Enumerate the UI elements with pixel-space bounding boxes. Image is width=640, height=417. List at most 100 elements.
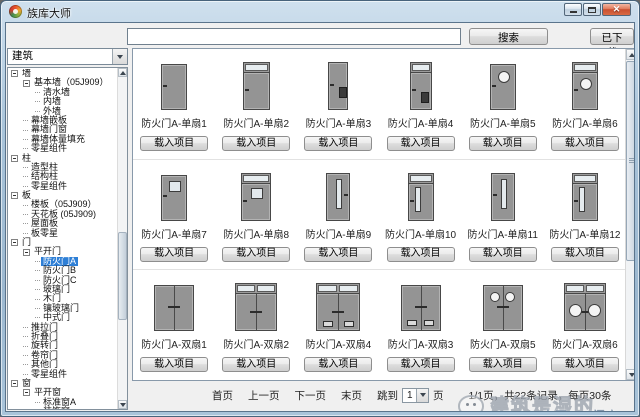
maximize-button[interactable] bbox=[583, 3, 601, 16]
tree-item[interactable]: 推拉门 bbox=[8, 322, 118, 332]
door-transom bbox=[571, 62, 598, 72]
chevron-down-icon[interactable] bbox=[416, 388, 428, 402]
load-into-project-button[interactable]: 载入项目 bbox=[222, 136, 291, 151]
tree-expand-toggle[interactable] bbox=[23, 389, 30, 397]
family-thumbnail[interactable] bbox=[242, 54, 270, 110]
tree-connector bbox=[23, 326, 28, 328]
load-into-project-button[interactable]: 载入项目 bbox=[222, 357, 291, 372]
scroll-down-icon[interactable] bbox=[626, 369, 634, 380]
family-thumbnail[interactable] bbox=[409, 54, 432, 110]
load-into-project-button[interactable]: 载入项目 bbox=[550, 246, 619, 262]
load-into-project-button[interactable]: 载入项目 bbox=[140, 136, 209, 151]
load-into-project-button[interactable]: 载入项目 bbox=[222, 246, 291, 262]
single-door-graphic bbox=[571, 182, 598, 221]
family-name: 防火门A-单扇11 bbox=[467, 229, 538, 241]
family-thumbnail[interactable] bbox=[161, 54, 188, 110]
tree-item[interactable]: 玻璃门 bbox=[8, 284, 118, 294]
app-logo-icon bbox=[9, 5, 22, 18]
scroll-down-icon[interactable] bbox=[118, 400, 127, 409]
search-button[interactable]: 搜索 bbox=[469, 28, 548, 45]
page-number-select[interactable]: 1 bbox=[402, 387, 429, 403]
tree-expand-toggle[interactable] bbox=[11, 239, 18, 247]
scroll-up-icon[interactable] bbox=[626, 49, 634, 60]
tree-item[interactable]: 折叠门 bbox=[8, 331, 118, 341]
tree-expand-toggle[interactable] bbox=[11, 70, 18, 78]
load-into-project-button[interactable]: 载入项目 bbox=[550, 136, 619, 151]
load-into-project-button[interactable]: 载入项目 bbox=[468, 357, 537, 372]
load-into-project-button[interactable]: 载入项目 bbox=[304, 246, 373, 262]
single-door-graphic bbox=[490, 172, 515, 221]
tree-item-label: 板零星 bbox=[31, 227, 59, 238]
first-page-link[interactable]: 首页 bbox=[212, 388, 233, 403]
tree-item[interactable]: 旋转门 bbox=[8, 340, 118, 350]
door-transom bbox=[316, 283, 361, 293]
tree-item[interactable]: 窗 bbox=[8, 378, 118, 388]
load-into-project-button[interactable]: 载入项目 bbox=[468, 136, 537, 151]
tree-item[interactable]: 造型柱 bbox=[8, 162, 118, 172]
title-bar[interactable]: 族库大师 ✕ bbox=[1, 1, 639, 22]
tree-connector bbox=[23, 204, 28, 206]
tree-item[interactable]: 柱 bbox=[8, 153, 118, 163]
family-thumbnail[interactable] bbox=[489, 54, 516, 110]
tree-expand-toggle[interactable] bbox=[23, 248, 30, 256]
tree-expand-toggle[interactable] bbox=[11, 192, 18, 200]
family-thumbnail[interactable] bbox=[407, 165, 434, 221]
load-into-project-button[interactable]: 载入项目 bbox=[386, 357, 455, 372]
search-input[interactable] bbox=[127, 28, 461, 45]
tree-item[interactable]: 内墙 bbox=[8, 96, 118, 106]
next-page-link[interactable]: 下一页 bbox=[295, 388, 327, 403]
results-scrollbar-thumb[interactable] bbox=[626, 61, 634, 261]
tree-expand-toggle[interactable] bbox=[23, 79, 30, 87]
results-scrollbar[interactable] bbox=[625, 49, 634, 380]
category-dropdown[interactable]: 建筑 bbox=[7, 48, 128, 65]
downloaded-button[interactable]: 已下载 bbox=[590, 28, 634, 59]
tree-item[interactable]: 装饰窗 bbox=[8, 406, 118, 409]
tree-connector bbox=[35, 110, 40, 112]
chevron-down-icon[interactable] bbox=[112, 49, 127, 64]
tree-connector bbox=[23, 148, 28, 150]
last-page-link[interactable]: 末页 bbox=[341, 388, 362, 403]
tree-scrollbar[interactable] bbox=[117, 68, 127, 409]
tree-scrollbar-thumb[interactable] bbox=[118, 231, 127, 321]
family-thumbnail[interactable] bbox=[161, 165, 188, 221]
load-into-project-button[interactable]: 载入项目 bbox=[386, 136, 455, 151]
family-thumbnail[interactable] bbox=[563, 275, 606, 331]
tree-item[interactable]: 中式门 bbox=[8, 312, 118, 322]
prev-page-link[interactable]: 上一页 bbox=[248, 388, 280, 403]
family-thumbnail[interactable] bbox=[316, 275, 361, 331]
load-into-project-button[interactable]: 载入项目 bbox=[386, 246, 455, 262]
family-thumbnail[interactable] bbox=[571, 165, 598, 221]
tree-connector bbox=[23, 176, 28, 178]
family-thumbnail[interactable] bbox=[326, 165, 351, 221]
close-button[interactable]: ✕ bbox=[602, 3, 631, 16]
load-into-project-button[interactable]: 载入项目 bbox=[140, 246, 209, 262]
scroll-up-icon[interactable] bbox=[118, 68, 127, 77]
single-door-graphic bbox=[326, 172, 351, 221]
tree-item[interactable]: 屋面板 bbox=[8, 218, 118, 228]
family-thumbnail[interactable] bbox=[490, 165, 515, 221]
door-transom bbox=[407, 172, 434, 183]
load-into-project-button[interactable]: 载入项目 bbox=[550, 357, 619, 372]
tree-expand-toggle[interactable] bbox=[11, 380, 18, 388]
family-thumbnail[interactable] bbox=[400, 275, 441, 331]
family-thumbnail[interactable] bbox=[235, 275, 278, 331]
load-into-project-button[interactable]: 载入项目 bbox=[304, 357, 373, 372]
record-count-status: 1/1页，共22条记录，每页30条 bbox=[468, 389, 612, 402]
family-thumbnail[interactable] bbox=[154, 275, 195, 331]
load-into-project-button[interactable]: 载入项目 bbox=[140, 357, 209, 372]
tree-expand-toggle[interactable] bbox=[11, 154, 18, 162]
single-door-graphic bbox=[328, 62, 349, 110]
load-into-project-button[interactable]: 载入项目 bbox=[468, 246, 537, 262]
family-thumbnail[interactable] bbox=[328, 54, 349, 110]
tree-item[interactable]: 门 bbox=[8, 237, 118, 247]
minimize-button[interactable] bbox=[564, 3, 582, 16]
load-into-project-button[interactable]: 载入项目 bbox=[304, 136, 373, 151]
tree-item[interactable]: 清水墙 bbox=[8, 87, 118, 97]
family-name: 防火门A-双扇5 bbox=[469, 340, 536, 351]
tree-item[interactable]: 卷帘门 bbox=[8, 350, 118, 360]
tree-connector bbox=[23, 354, 28, 356]
family-thumbnail[interactable] bbox=[241, 165, 272, 221]
family-thumbnail[interactable] bbox=[482, 275, 523, 331]
tree-item[interactable]: 天花板 (05J909) bbox=[8, 209, 118, 219]
family-thumbnail[interactable] bbox=[571, 54, 598, 110]
